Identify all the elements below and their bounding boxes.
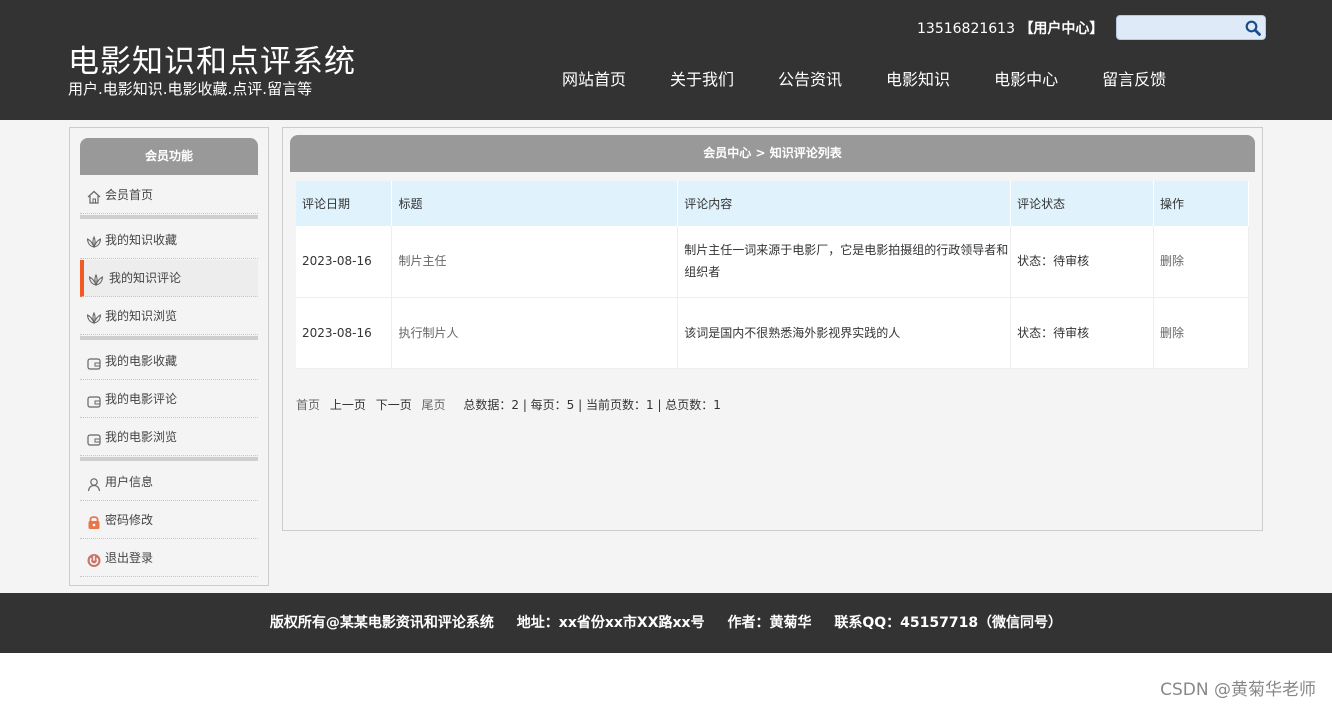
site-subtitle: 用户.电影知识.电影收藏.点评.留言等: [68, 80, 313, 98]
sidebar-item-movie-comments[interactable]: 我的电影评论: [80, 381, 258, 418]
lock-icon: [86, 514, 102, 530]
table-header-row: 评论日期 标题 评论内容 评论状态 操作: [296, 181, 1249, 226]
nav-feedback[interactable]: 留言反馈: [1102, 66, 1166, 94]
nav-knowledge[interactable]: 电影知识: [886, 66, 950, 94]
wallet-icon: [86, 431, 102, 447]
search-input[interactable]: [1121, 19, 1239, 37]
main-area: 会员功能 会员首页 我的知识收藏 我的知识评论 我的知识浏览 我的电影收藏 我的…: [0, 120, 1332, 593]
pager-last[interactable]: 尾页: [422, 398, 446, 412]
lotus-icon: [86, 234, 102, 250]
pagination: 首页 上一页 下一页 尾页 总数据：2 | 每页：5 | 当前页数：1 | 总页…: [296, 396, 721, 413]
nav-home[interactable]: 网站首页: [562, 66, 626, 94]
breadcrumb: 会员中心 > 知识评论列表: [290, 135, 1255, 172]
pager-first[interactable]: 首页: [296, 398, 320, 412]
comment-content: 该词是国内不很熟悉海外影视界实践的人: [677, 297, 1012, 369]
wallet-icon: [86, 355, 102, 371]
column-header: 评论状态: [1010, 181, 1155, 226]
content-panel: 会员中心 > 知识评论列表 评论日期 标题 评论内容 评论状态 操作 2023-…: [282, 127, 1263, 531]
sidebar-divider: [80, 336, 258, 340]
pager-prev[interactable]: 上一页: [330, 398, 366, 412]
sidebar-item-knowledge-history[interactable]: 我的知识浏览: [80, 298, 258, 335]
sidebar-divider: [80, 457, 258, 461]
action-cell: 删除: [1153, 297, 1249, 369]
home-icon: [86, 189, 102, 205]
lotus-icon: [86, 310, 102, 326]
search-icon[interactable]: [1244, 19, 1262, 37]
site-title: 电影知识和点评系统: [68, 44, 356, 80]
pager-summary: 总数据：2 | 每页：5 | 当前页数：1 | 总页数：1: [463, 398, 721, 412]
action-cell: 删除: [1153, 226, 1249, 298]
table-row: 2023-08-16 制片主任 制片主任一词来源于电影厂，它是电影拍摄组的行政领…: [296, 226, 1249, 298]
comment-status: 状态：待审核: [1010, 226, 1155, 298]
sidebar-item-movie-history[interactable]: 我的电影浏览: [80, 419, 258, 456]
column-header: 操作: [1153, 181, 1249, 226]
delete-link[interactable]: 删除: [1160, 326, 1184, 340]
column-header: 评论内容: [677, 181, 1012, 226]
sidebar-item-logout[interactable]: 退出登录: [80, 540, 258, 577]
lotus-icon: [88, 272, 104, 288]
sidebar-item-change-password[interactable]: 密码修改: [80, 502, 258, 539]
sidebar-item-label: 我的电影评论: [105, 392, 178, 406]
nav-movies[interactable]: 电影中心: [994, 66, 1058, 94]
watermark: CSDN @黄菊华老师: [1160, 680, 1316, 700]
column-header: 标题: [391, 181, 679, 226]
delete-link[interactable]: 删除: [1160, 254, 1184, 268]
column-header: 评论日期: [296, 181, 393, 226]
user-info: 13516821613 【用户中心】: [917, 18, 1103, 38]
power-icon: [86, 552, 102, 568]
comment-title: 执行制片人: [391, 297, 679, 369]
user-phone: 13516821613: [917, 21, 1015, 37]
sidebar-item-label: 退出登录: [105, 551, 154, 565]
sidebar-item-knowledge-comments[interactable]: 我的知识评论: [80, 260, 258, 297]
sidebar-item-knowledge-favorites[interactable]: 我的知识收藏: [80, 222, 258, 259]
comment-date: 2023-08-16: [296, 226, 393, 298]
sidebar-item-movie-favorites[interactable]: 我的电影收藏: [80, 343, 258, 380]
sidebar-item-user-info[interactable]: 用户信息: [80, 464, 258, 501]
nav-about[interactable]: 关于我们: [670, 66, 734, 94]
sidebar-item-label: 我的知识浏览: [105, 309, 178, 323]
sidebar-item-label: 我的知识收藏: [105, 233, 178, 247]
sidebar-item-label: 会员首页: [105, 188, 154, 202]
comment-status: 状态：待审核: [1010, 297, 1155, 369]
footer-address: 地址：xx省份xx市XX路xx号: [516, 615, 705, 631]
footer-author: 作者：黄菊华: [727, 615, 812, 631]
member-sidebar: 会员功能 会员首页 我的知识收藏 我的知识评论 我的知识浏览 我的电影收藏 我的…: [69, 127, 269, 586]
footer-copyright: 版权所有@某某电影资讯和评论系统: [269, 615, 494, 631]
user-icon: [86, 476, 102, 492]
sidebar-item-label: 密码修改: [105, 513, 154, 527]
comment-date: 2023-08-16: [296, 297, 393, 369]
search-box: [1116, 15, 1266, 40]
sidebar-divider: [80, 215, 258, 219]
site-header: 电影知识和点评系统 用户.电影知识.电影收藏.点评.留言等 1351682161…: [0, 0, 1332, 120]
sidebar-item-label: 我的电影收藏: [105, 354, 178, 368]
site-footer: 版权所有@某某电影资讯和评论系统 地址：xx省份xx市XX路xx号 作者：黄菊华…: [0, 593, 1332, 653]
wallet-icon: [86, 393, 102, 409]
main-nav: 网站首页 关于我们 公告资讯 电影知识 电影中心 留言反馈: [540, 66, 1188, 94]
sidebar-title: 会员功能: [80, 138, 258, 175]
nav-news[interactable]: 公告资讯: [778, 66, 842, 94]
user-center-link[interactable]: 【用户中心】: [1019, 21, 1103, 37]
sidebar-item-label: 用户信息: [105, 475, 154, 489]
pager-next[interactable]: 下一页: [376, 398, 412, 412]
comment-table: 评论日期 标题 评论内容 评论状态 操作 2023-08-16 制片主任 制片主…: [296, 181, 1249, 369]
sidebar-item-member-home[interactable]: 会员首页: [80, 177, 258, 214]
sidebar-item-label: 我的知识评论: [109, 271, 182, 285]
comment-title: 制片主任: [391, 226, 679, 298]
footer-contact: 联系QQ：45157718（微信同号）: [834, 615, 1063, 631]
sidebar-item-label: 我的电影浏览: [105, 430, 178, 444]
table-row: 2023-08-16 执行制片人 该词是国内不很熟悉海外影视界实践的人 状态：待…: [296, 297, 1249, 369]
comment-content: 制片主任一词来源于电影厂，它是电影拍摄组的行政领导者和组织者: [677, 226, 1012, 298]
